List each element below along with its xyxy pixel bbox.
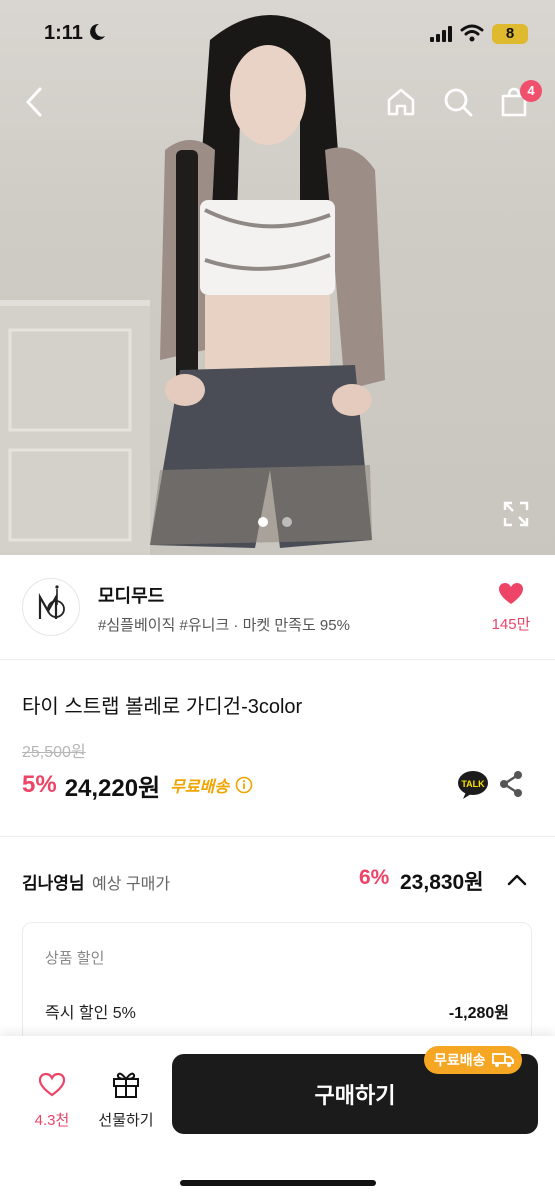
- expand-icon[interactable]: [502, 500, 530, 528]
- discount-rate: 5%: [22, 771, 57, 798]
- heart-outline-icon: [38, 1072, 66, 1097]
- wishlist-count: 4.3천: [34, 1112, 70, 1129]
- discount-row-value: -1,280원: [448, 1005, 509, 1022]
- truck-icon: [491, 1053, 514, 1067]
- brand-like-count: 145만: [491, 616, 531, 633]
- search-button[interactable]: [438, 82, 478, 122]
- home-button[interactable]: [381, 82, 421, 122]
- brand-tags: #심플베이직 #유니크 · 마켓 만족도 95%: [98, 617, 350, 634]
- cart-count-badge: 4: [520, 80, 542, 102]
- sale-price: 24,220원: [64, 774, 161, 802]
- brand-row[interactable]: 모디무드 #심플베이직 #유니크 · 마켓 만족도 95% 145만: [0, 556, 555, 660]
- gift-label: 선물하기: [98, 1112, 154, 1129]
- kakao-talk-icon[interactable]: TALK: [457, 770, 489, 800]
- home-indicator: [180, 1180, 376, 1186]
- share-icon[interactable]: [498, 770, 524, 798]
- svg-text:TALK: TALK: [461, 779, 485, 789]
- expected-price-label: 예상 구매가: [92, 876, 171, 893]
- member-name: 김나영님: [22, 874, 85, 893]
- gift-icon: [113, 1072, 139, 1098]
- original-price: 25,500원: [22, 744, 86, 761]
- heart-filled-icon: [499, 583, 523, 604]
- carousel-dot-active[interactable]: [258, 517, 268, 527]
- home-icon: [387, 88, 415, 116]
- gift-button[interactable]: 선물하기: [92, 1070, 160, 1130]
- product-image-carousel[interactable]: 1:11 8 4: [0, 0, 555, 555]
- carousel-dot[interactable]: [282, 517, 292, 527]
- discount-row-label: 즉시 할인 5%: [45, 1005, 136, 1022]
- brand-monogram-logo: [38, 585, 65, 619]
- brand-name[interactable]: 모디무드: [98, 582, 164, 608]
- brand-like-button[interactable]: 145만: [486, 582, 536, 634]
- section-divider: [0, 836, 555, 837]
- chevron-up-icon[interactable]: [506, 870, 528, 890]
- expected-price-row[interactable]: 김나영님 예상 구매가 6% 23,830원: [22, 866, 534, 896]
- free-shipping-label: 무료배송: [170, 779, 230, 796]
- search-icon: [444, 88, 473, 117]
- battery-indicator: 8: [492, 24, 528, 44]
- wifi-icon: [460, 24, 484, 42]
- carousel-pagination: [258, 517, 292, 527]
- info-icon[interactable]: [235, 776, 253, 794]
- expected-price: 23,830원: [400, 871, 484, 894]
- status-bar: 1:11 8: [0, 0, 555, 70]
- status-time: 1:11: [44, 22, 83, 44]
- product-title: 타이 스트랩 볼레로 가디건-3color: [22, 696, 303, 718]
- signal-icon: [430, 26, 452, 42]
- bottom-action-bar: 4.3천 선물하기 구매하기 무료배송: [0, 1036, 555, 1200]
- chevron-left-icon: [26, 87, 42, 117]
- free-shipping-badge: 무료배송: [424, 1046, 522, 1074]
- price-row: 5% 24,220원 무료배송: [22, 768, 253, 802]
- moon-icon: [90, 23, 105, 40]
- expected-discount-rate: 6%: [359, 866, 390, 889]
- brand-logo[interactable]: [22, 578, 80, 636]
- wishlist-button[interactable]: 4.3천: [22, 1072, 82, 1130]
- back-button[interactable]: [14, 82, 54, 122]
- free-shipping-badge-label: 무료배송: [434, 1052, 486, 1068]
- discount-box-heading: 상품 할인: [45, 950, 105, 967]
